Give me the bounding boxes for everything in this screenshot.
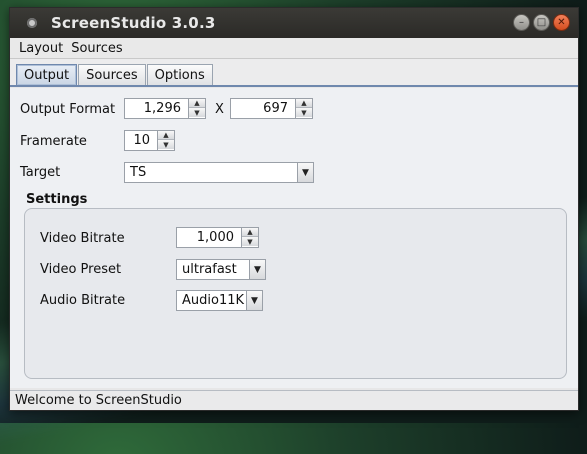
framerate-value: 10 [133, 133, 150, 148]
output-panel: Output Format 1,296 ▲ ▼ X 697 ▲ ▼ Framer… [10, 88, 578, 388]
output-format-label: Output Format [20, 102, 116, 117]
video-preset-label: Video Preset [40, 262, 122, 277]
video-bitrate-value: 1,000 [196, 230, 234, 245]
target-label: Target [20, 165, 61, 180]
spin-down-icon[interactable]: ▼ [242, 237, 258, 246]
spin-up-icon[interactable]: ▲ [242, 228, 258, 237]
tab-output[interactable]: Output [16, 64, 78, 85]
menu-layout[interactable]: Layout [15, 41, 67, 56]
framerate-spinner[interactable]: 10 ▲ ▼ [124, 130, 175, 151]
tab-underline [10, 85, 578, 87]
settings-group: Video Bitrate 1,000 ▲ ▼ Video Preset ult… [24, 208, 567, 379]
audio-bitrate-value: Audio11K [182, 293, 245, 308]
chevron-down-icon[interactable]: ▼ [297, 163, 313, 182]
target-dropdown[interactable]: TS ▼ [124, 162, 314, 183]
minimize-icon[interactable]: – [513, 14, 530, 31]
chevron-down-icon[interactable]: ▼ [246, 291, 262, 310]
spin-up-icon[interactable]: ▲ [189, 99, 205, 108]
output-width-spin-buttons: ▲ ▼ [188, 99, 205, 118]
chevron-down-icon[interactable]: ▼ [249, 260, 265, 279]
video-bitrate-spin-buttons: ▲ ▼ [241, 228, 258, 247]
output-width-value: 1,296 [143, 101, 181, 116]
tab-strip: Output Sources Options [10, 59, 578, 87]
status-text: Welcome to ScreenStudio [15, 393, 182, 408]
spin-down-icon[interactable]: ▼ [296, 108, 312, 117]
spin-up-icon[interactable]: ▲ [296, 99, 312, 108]
menu-sources[interactable]: Sources [67, 41, 126, 56]
video-bitrate-label: Video Bitrate [40, 231, 125, 246]
video-preset-dropdown[interactable]: ultrafast ▼ [176, 259, 266, 280]
title-bar[interactable]: ScreenStudio 3.0.3 – □ ✕ [10, 8, 578, 38]
audio-bitrate-label: Audio Bitrate [40, 293, 126, 308]
close-icon[interactable]: ✕ [553, 14, 570, 31]
settings-title: Settings [26, 192, 88, 207]
output-height-spin-buttons: ▲ ▼ [295, 99, 312, 118]
output-width-spinner[interactable]: 1,296 ▲ ▼ [124, 98, 206, 119]
tab-sources[interactable]: Sources [78, 64, 146, 85]
video-preset-value: ultrafast [182, 262, 237, 277]
video-bitrate-spinner[interactable]: 1,000 ▲ ▼ [176, 227, 259, 248]
window-controls: – □ ✕ [513, 14, 570, 31]
output-height-value: 697 [263, 101, 288, 116]
spin-down-icon[interactable]: ▼ [189, 108, 205, 117]
framerate-label: Framerate [20, 134, 87, 149]
status-bar: Welcome to ScreenStudio [10, 390, 578, 410]
dimension-separator: X [215, 102, 224, 117]
spin-up-icon[interactable]: ▲ [158, 131, 174, 140]
output-height-spinner[interactable]: 697 ▲ ▼ [230, 98, 313, 119]
spin-down-icon[interactable]: ▼ [158, 140, 174, 149]
target-value: TS [130, 165, 147, 180]
tab-options[interactable]: Options [146, 64, 213, 85]
app-window: ScreenStudio 3.0.3 – □ ✕ Layout Sources … [9, 7, 579, 411]
audio-bitrate-dropdown[interactable]: Audio11K ▼ [176, 290, 263, 311]
app-icon [27, 18, 37, 28]
menu-bar: Layout Sources [10, 38, 578, 59]
maximize-icon[interactable]: □ [533, 14, 550, 31]
framerate-spin-buttons: ▲ ▼ [157, 131, 174, 150]
window-title: ScreenStudio 3.0.3 [51, 14, 216, 32]
